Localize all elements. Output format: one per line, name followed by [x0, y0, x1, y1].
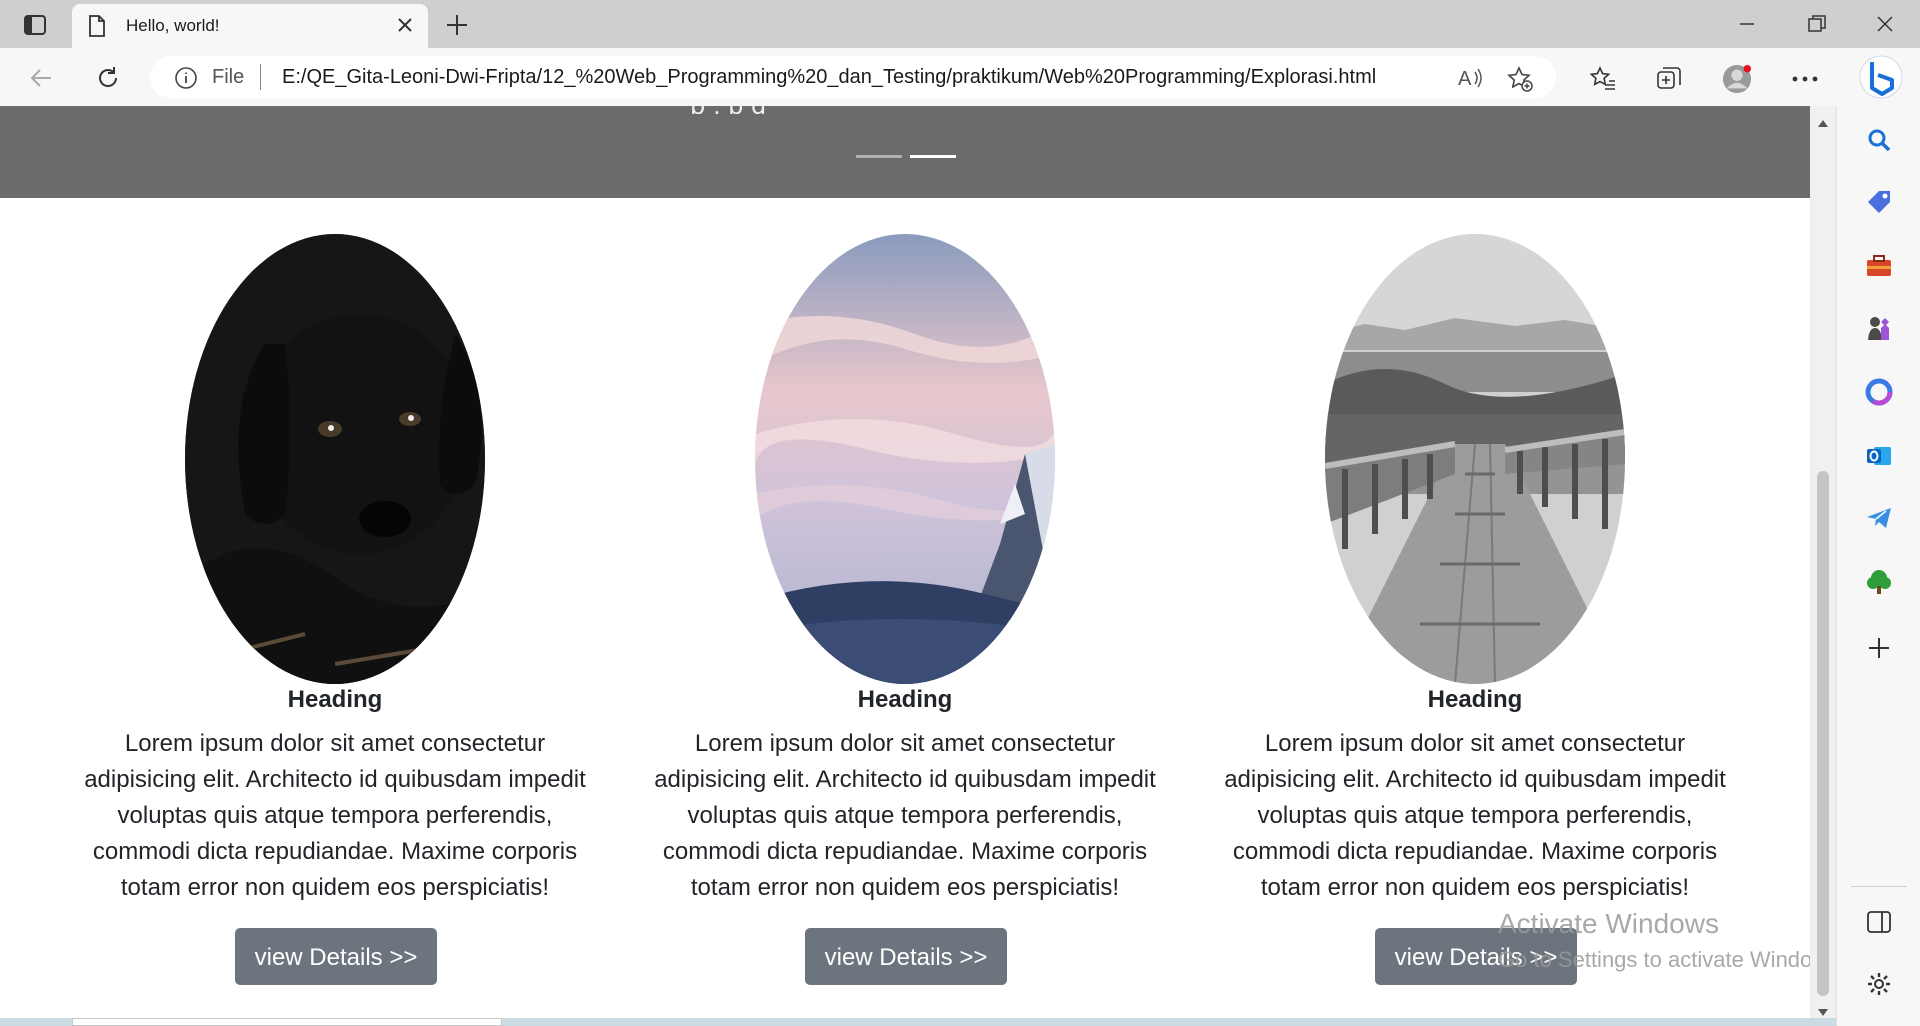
- address-url[interactable]: E:/QE_Gita-Leoni-Dwi-Fripta/12_%20Web_Pr…: [282, 66, 1376, 89]
- mountain-image: [755, 234, 1055, 684]
- carousel: p , p g: [0, 106, 1810, 198]
- tab-actions-icon[interactable]: [18, 10, 52, 40]
- page-icon: [88, 15, 106, 41]
- address-toolbar: File E:/QE_Gita-Leoni-Dwi-Fripta/12_%20W…: [0, 48, 1920, 107]
- collections-icon[interactable]: [1654, 64, 1684, 94]
- bridge-image: [1325, 234, 1625, 684]
- favorites-icon[interactable]: [1588, 64, 1618, 94]
- minimize-icon[interactable]: [1724, 8, 1770, 40]
- vertical-scrollbar[interactable]: [1810, 106, 1836, 1018]
- scroll-up-icon[interactable]: [1818, 112, 1828, 131]
- column-text: Lorem ipsum dolor sit amet consectetur a…: [84, 730, 586, 901]
- address-scheme: File: [212, 66, 245, 88]
- column-text: Lorem ipsum dolor sit amet consectetur a…: [654, 730, 1156, 901]
- more-options-icon[interactable]: [1790, 64, 1820, 94]
- tab-bar: Hello, world!: [0, 0, 1920, 48]
- horizontal-scroll-segment: [72, 1018, 502, 1026]
- info-icon[interactable]: [174, 66, 198, 94]
- tag-icon[interactable]: [1863, 186, 1895, 218]
- view-details-button[interactable]: view Details >>: [805, 928, 1007, 985]
- restore-icon[interactable]: [1794, 8, 1840, 40]
- close-window-icon[interactable]: [1862, 8, 1908, 40]
- refresh-icon[interactable]: [90, 60, 126, 96]
- activate-windows-title: Activate Windows: [1498, 908, 1719, 939]
- scrollbar-thumb[interactable]: [1817, 471, 1829, 996]
- read-aloud-icon[interactable]: A: [1458, 66, 1484, 94]
- search-icon[interactable]: [1863, 124, 1895, 156]
- address-bar[interactable]: File E:/QE_Gita-Leoni-Dwi-Fripta/12_%20W…: [150, 56, 1556, 98]
- tab-title: Hello, world!: [126, 16, 220, 35]
- view-details-button[interactable]: view Details >>: [235, 928, 437, 985]
- page-viewport: p , p g: [0, 106, 1810, 1018]
- puppy-image: [185, 234, 485, 684]
- carousel-indicator-2[interactable]: [910, 155, 956, 158]
- close-tab-icon[interactable]: [396, 16, 414, 38]
- settings-gear-icon[interactable]: [1863, 968, 1895, 1000]
- new-tab-icon[interactable]: [442, 10, 472, 40]
- column-text: Lorem ipsum dolor sit amet consectetur a…: [1224, 730, 1726, 901]
- bing-copilot-icon[interactable]: [1858, 54, 1904, 100]
- activate-windows-subtitle: Go to Settings to activate Windows.: [1498, 947, 1846, 972]
- outlook-icon[interactable]: [1863, 440, 1895, 472]
- profile-avatar-icon[interactable]: [1722, 64, 1752, 94]
- add-icon[interactable]: [1863, 632, 1895, 664]
- bottom-strip: [0, 1018, 1836, 1026]
- svg-text:A: A: [1458, 68, 1472, 90]
- split-view-icon[interactable]: [1863, 906, 1895, 938]
- carousel-indicator-1[interactable]: [856, 155, 902, 158]
- edge-sidebar: [1836, 106, 1920, 1026]
- column-heading: Heading: [1427, 686, 1523, 713]
- address-separator: [260, 64, 261, 90]
- carousel-caption: p , p g: [690, 106, 1150, 114]
- column-heading: Heading: [857, 686, 953, 713]
- back-icon[interactable]: [24, 60, 60, 96]
- office-icon[interactable]: [1863, 376, 1895, 408]
- games-icon[interactable]: [1863, 312, 1895, 344]
- column-heading: Heading: [287, 686, 383, 713]
- telegram-icon[interactable]: [1863, 502, 1895, 534]
- add-favorite-icon[interactable]: [1506, 65, 1534, 97]
- tree-icon[interactable]: [1863, 566, 1895, 598]
- toolbox-icon[interactable]: [1863, 250, 1895, 282]
- sidebar-divider: [1851, 886, 1907, 887]
- tab-hello-world[interactable]: Hello, world!: [72, 4, 428, 48]
